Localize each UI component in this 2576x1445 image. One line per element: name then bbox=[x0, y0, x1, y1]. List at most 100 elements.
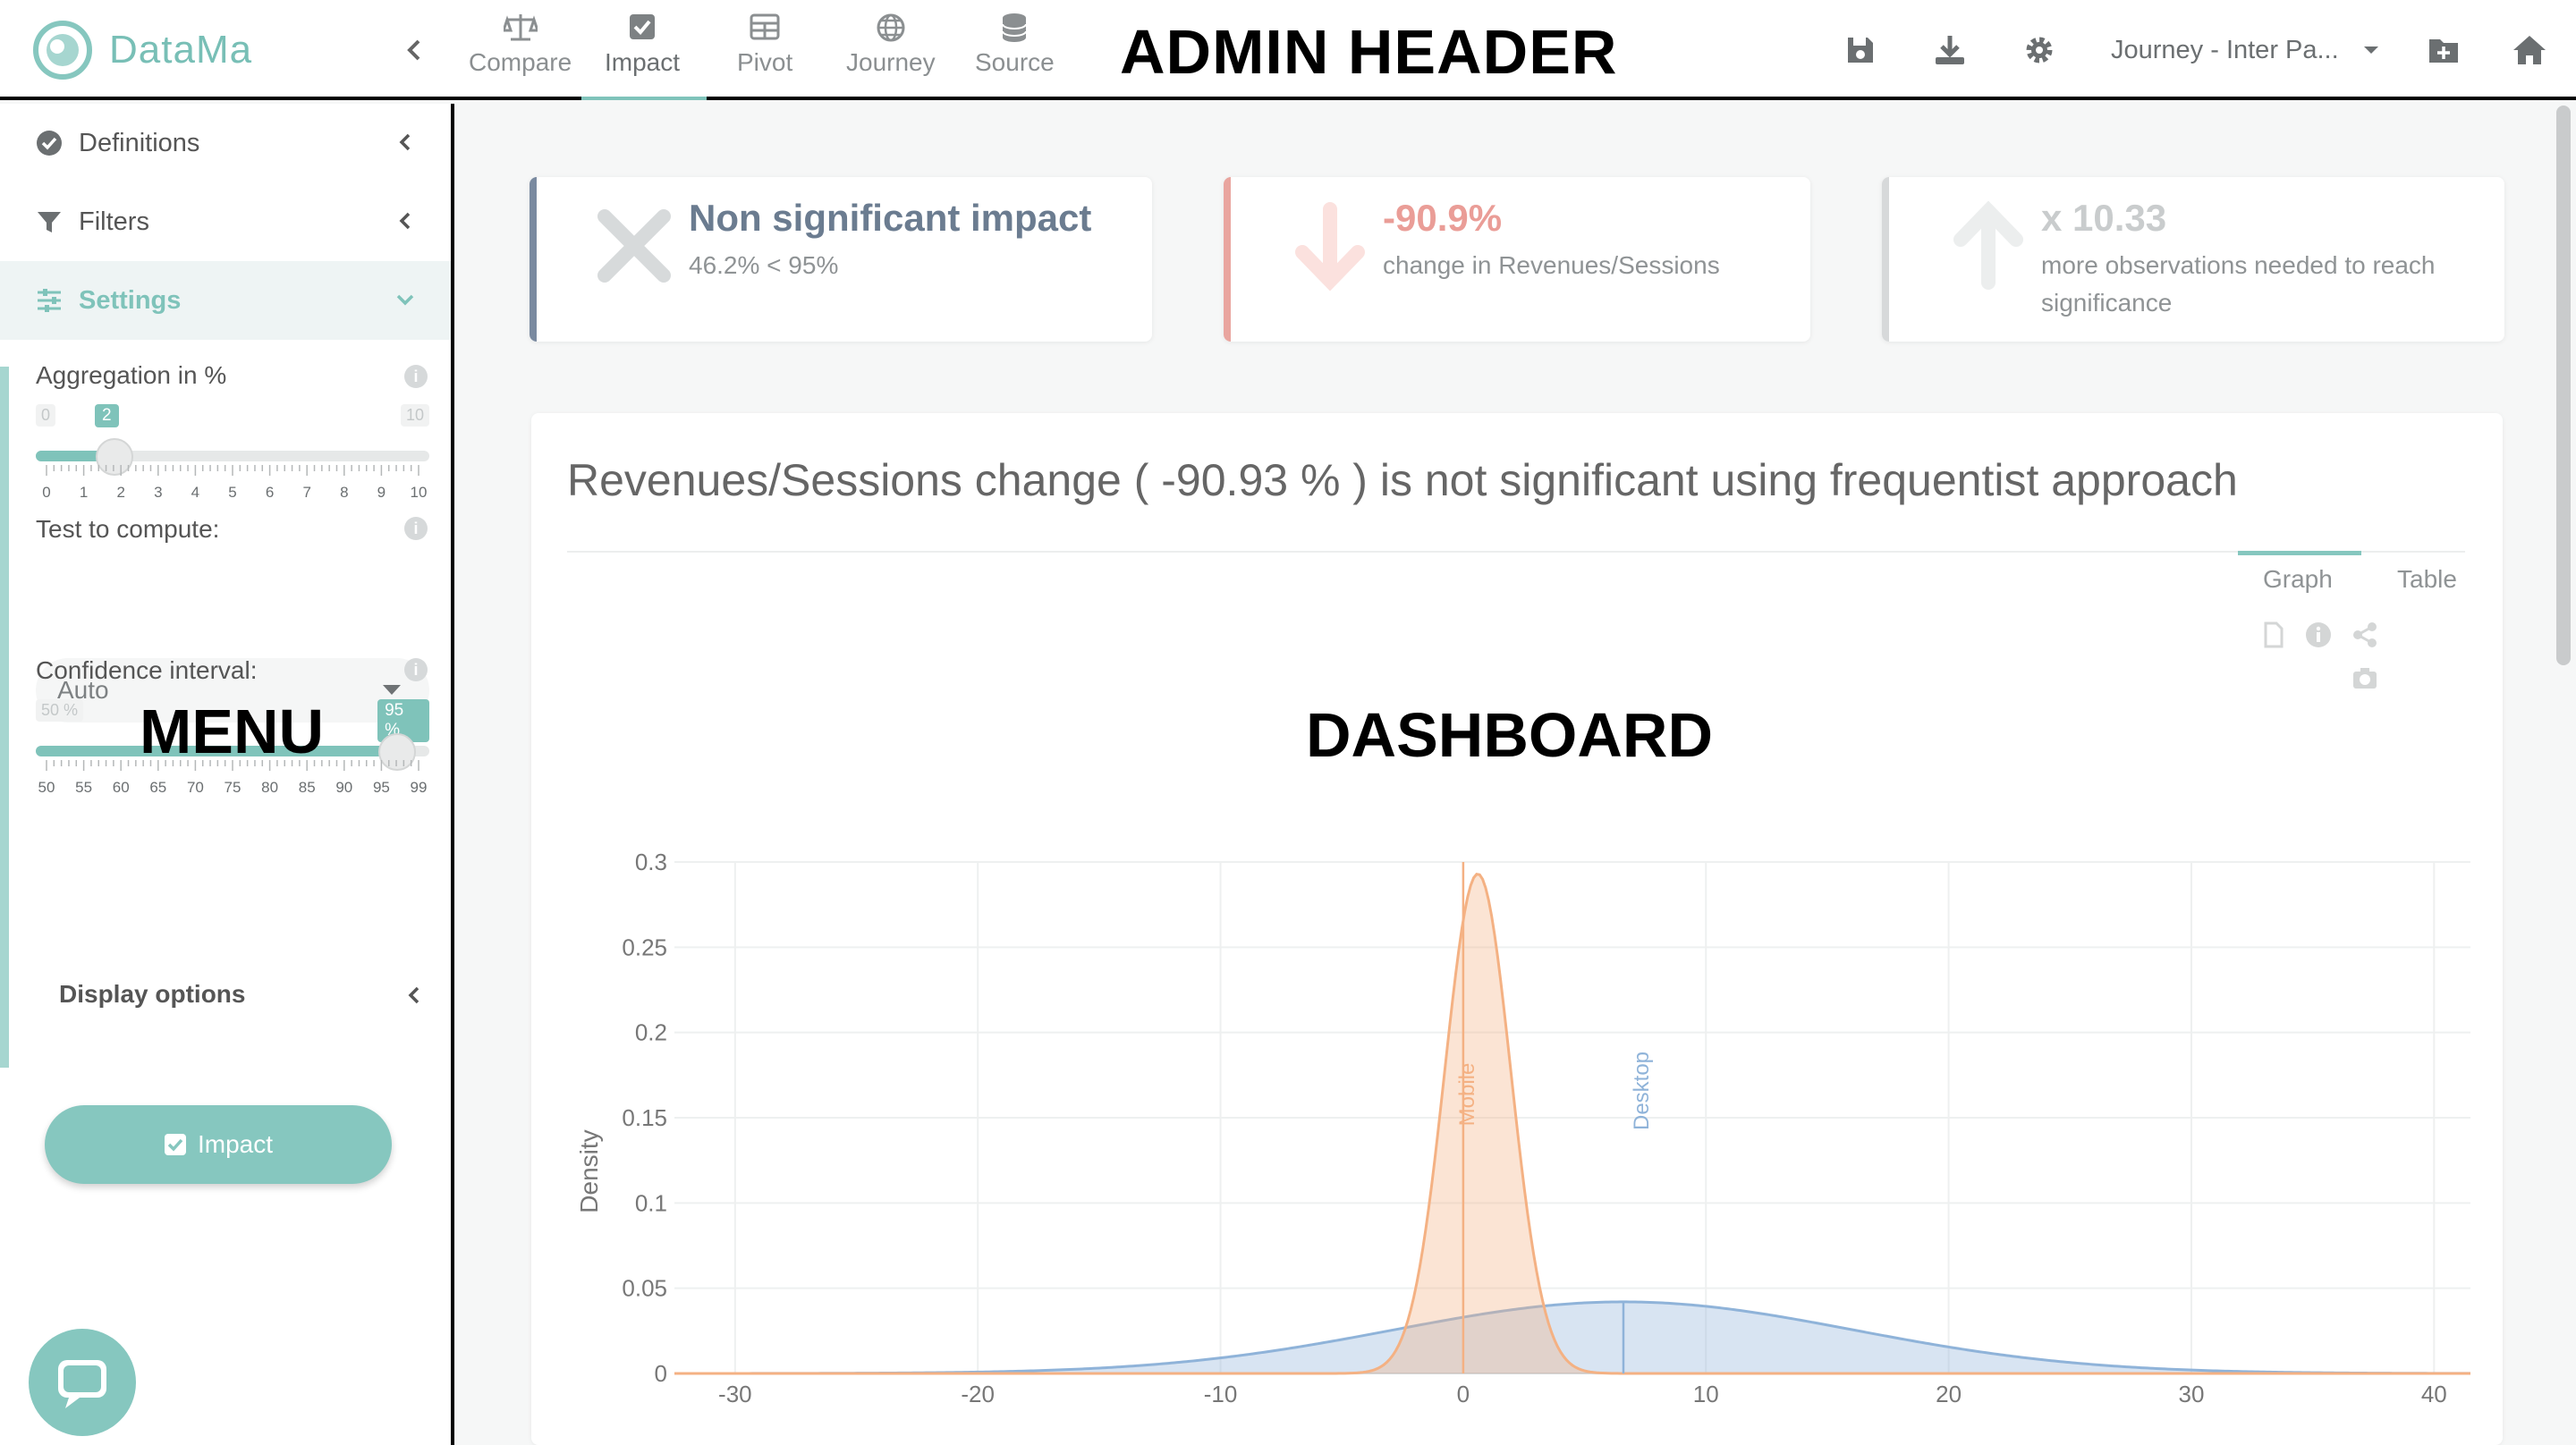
slider-tick-label: 55 bbox=[75, 779, 92, 796]
x-tick-label: 30 bbox=[2178, 1381, 2204, 1407]
globe-icon bbox=[877, 13, 905, 42]
sliders-icon bbox=[38, 289, 61, 312]
sidebar-menu: Definitions Filters Settings Aggregation… bbox=[0, 104, 454, 1445]
tab-graph[interactable]: Graph bbox=[2263, 565, 2333, 594]
info-icon[interactable]: i bbox=[404, 365, 428, 388]
slider-tick-label: 8 bbox=[340, 484, 348, 501]
nav-pivot[interactable]: Pivot bbox=[737, 13, 792, 84]
slider-value-label: 2 bbox=[95, 404, 119, 427]
impact-button-label: Impact bbox=[197, 1130, 274, 1158]
nav-source[interactable]: Source bbox=[975, 13, 1055, 84]
sidebar-item-filters[interactable]: Filters bbox=[0, 182, 451, 261]
sidebar-item-definitions[interactable]: Definitions bbox=[0, 104, 451, 182]
dashboard-panel: Revenues/Sessions change ( -90.93 % ) is… bbox=[531, 413, 2503, 1445]
logo-text: DataMa bbox=[109, 28, 253, 72]
active-tab-indicator bbox=[2238, 551, 2361, 555]
camera-icon[interactable] bbox=[2351, 663, 2379, 692]
filter-icon bbox=[38, 212, 61, 232]
journey-select-value: Journey - Inter Pa... bbox=[2111, 35, 2339, 64]
caret-down-icon bbox=[383, 685, 401, 695]
series-label-mobile: Mobile bbox=[1455, 1063, 1479, 1127]
chevron-left-icon bbox=[399, 212, 411, 230]
file-icon[interactable] bbox=[2259, 621, 2288, 649]
chevron-left-icon bbox=[408, 986, 419, 1004]
arrow-down-icon bbox=[1295, 202, 1365, 292]
card-accent bbox=[1882, 177, 1889, 342]
y-tick-label: 0.1 bbox=[635, 1189, 667, 1216]
card-accent bbox=[530, 177, 537, 342]
chevron-down-icon bbox=[396, 294, 414, 306]
slider-tick-label: 90 bbox=[335, 779, 352, 796]
sidebar-item-display-options[interactable]: Display options bbox=[59, 980, 426, 1009]
aggregation-slider[interactable]: 0 10 2 0 1 2 3 4 5 6 7 8 9 10 bbox=[36, 404, 429, 503]
slider-tick-label: 50 bbox=[38, 779, 55, 796]
slider-tick-label: 10 bbox=[411, 484, 428, 501]
download-icon[interactable] bbox=[1932, 32, 1968, 68]
folder-plus-icon[interactable] bbox=[2426, 32, 2462, 68]
x-tick-label: -20 bbox=[961, 1381, 995, 1407]
slider-tick-label: 3 bbox=[154, 484, 162, 501]
scrollbar[interactable] bbox=[2556, 106, 2571, 665]
menu-overlay-label: MENU bbox=[140, 697, 325, 766]
chat-button[interactable] bbox=[29, 1329, 136, 1436]
info-icon[interactable]: i bbox=[404, 517, 428, 540]
slider-tick-label: 5 bbox=[228, 484, 236, 501]
nav-journey[interactable]: Journey bbox=[846, 13, 936, 84]
series-area-desktop bbox=[674, 1301, 2470, 1373]
logo-icon bbox=[33, 21, 92, 80]
kpi-card-change: -90.9% change in Revenues/Sessions bbox=[1224, 177, 1810, 342]
confidence-label: Confidence interval: bbox=[36, 656, 258, 684]
logo[interactable]: DataMa bbox=[32, 20, 252, 80]
balance-scale-icon bbox=[503, 14, 538, 41]
nav-journey-label: Journey bbox=[846, 48, 936, 76]
collapse-sidebar-icon[interactable] bbox=[399, 34, 431, 66]
chevron-left-icon bbox=[399, 133, 411, 151]
gear-icon[interactable] bbox=[2021, 32, 2057, 68]
y-tick-label: 0.25 bbox=[622, 934, 667, 960]
y-tick-label: 0 bbox=[655, 1360, 667, 1387]
kpi-card-significance: Non significant impact 46.2% < 95% bbox=[530, 177, 1152, 342]
checkbox-icon bbox=[164, 1134, 186, 1155]
info-icon[interactable] bbox=[2304, 621, 2333, 649]
slider-tick-label: 6 bbox=[266, 484, 274, 501]
slider-tick-label: 99 bbox=[411, 779, 428, 796]
series-area-mobile bbox=[674, 874, 2470, 1373]
sidebar-item-settings[interactable]: Settings bbox=[0, 261, 451, 340]
test-label: Test to compute: bbox=[36, 515, 220, 543]
sidebar-item-filters-label: Filters bbox=[79, 207, 149, 236]
x-tick-label: 20 bbox=[1936, 1381, 1962, 1407]
slider-tick-label: 70 bbox=[187, 779, 204, 796]
slider-tick-label: 60 bbox=[113, 779, 130, 796]
nav-impact[interactable]: Impact bbox=[605, 13, 680, 84]
x-icon bbox=[597, 209, 671, 283]
tab-table[interactable]: Table bbox=[2397, 565, 2457, 594]
arrow-up-icon bbox=[1953, 200, 2023, 290]
info-icon[interactable]: i bbox=[404, 658, 428, 681]
slider-min-label: 0 bbox=[36, 404, 56, 427]
density-chart: Density of the mean of Revenues/Sessions… bbox=[575, 849, 2471, 1407]
x-tick-label: 10 bbox=[1693, 1381, 1719, 1407]
home-icon[interactable] bbox=[2512, 32, 2547, 68]
y-tick-label: 0.15 bbox=[622, 1104, 667, 1131]
x-tick-label: -30 bbox=[718, 1381, 752, 1407]
slider-tick-label: 2 bbox=[116, 484, 124, 501]
share-icon[interactable] bbox=[2351, 621, 2379, 649]
admin-header: DataMa Compare Impact Pivot Journey Sour… bbox=[0, 0, 2576, 100]
display-options-label: Display options bbox=[59, 980, 246, 1008]
kpi-card-observations: x 10.33 more observations needed to reac… bbox=[1882, 177, 2504, 342]
nav-source-label: Source bbox=[975, 48, 1055, 76]
nav-pivot-label: Pivot bbox=[737, 48, 793, 76]
slider-tick-label: 85 bbox=[299, 779, 316, 796]
save-icon[interactable] bbox=[1843, 32, 1878, 68]
slider-tick-label: 9 bbox=[377, 484, 386, 501]
slider-tick-label: 4 bbox=[191, 484, 199, 501]
slider-min-label: 50 % bbox=[36, 699, 84, 722]
nav-compare[interactable]: Compare bbox=[469, 13, 572, 84]
slider-max-label: 10 bbox=[400, 404, 429, 427]
card-accent bbox=[1224, 177, 1231, 342]
x-tick-label: 0 bbox=[1457, 1381, 1470, 1407]
journey-select[interactable]: Journey - Inter Pa... bbox=[2111, 30, 2379, 70]
active-nav-indicator bbox=[581, 97, 707, 100]
slider-tick-label: 7 bbox=[302, 484, 310, 501]
impact-button[interactable]: Impact bbox=[45, 1105, 392, 1184]
